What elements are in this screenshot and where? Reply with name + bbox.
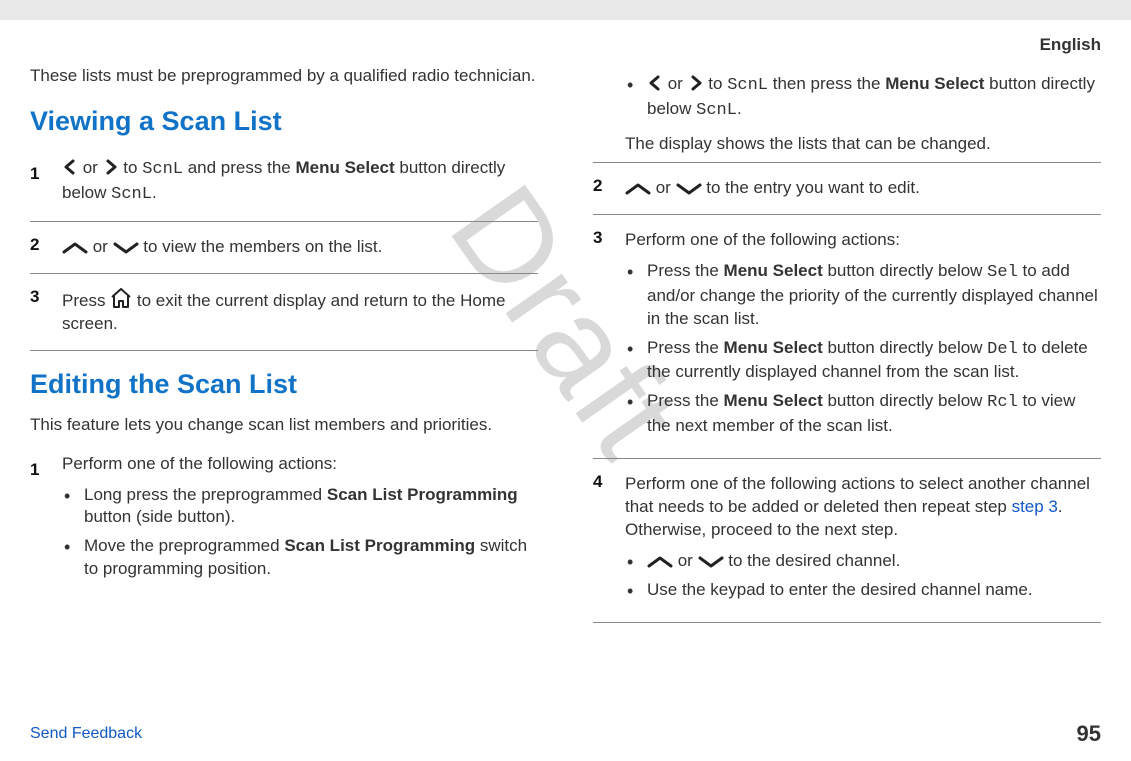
step-text: Press to exit the current display and re… — [62, 288, 538, 336]
txt: Press — [62, 291, 110, 310]
txt: to the desired channel. — [724, 551, 901, 570]
editing-step-2: or to the entry you want to edit. — [593, 162, 1101, 214]
step-text: or to view the members on the list. — [62, 236, 538, 259]
txt: and press the — [183, 158, 295, 177]
bold: Menu Select — [724, 391, 823, 410]
code-del: Del — [987, 340, 1018, 359]
txt: Press the — [647, 261, 724, 280]
nav-down-icon — [113, 242, 139, 254]
step-text: or to the entry you want to edit. — [625, 177, 1101, 200]
code-rcl: Rcl — [987, 393, 1018, 412]
intro-text: These lists must be preprogrammed by a q… — [30, 65, 538, 88]
txt: to — [704, 74, 728, 93]
code-sel: Sel — [987, 263, 1018, 282]
txt: or — [78, 158, 103, 177]
editing-steps-right: or to the entry you want to edit. Perfor… — [593, 162, 1101, 623]
bold: Scan List Programming — [327, 485, 518, 504]
home-icon — [110, 288, 132, 308]
heading-editing-scan-list: Editing the Scan List — [30, 369, 538, 400]
page-number: 95 — [1077, 721, 1101, 747]
txt: button directly below — [823, 261, 987, 280]
txt: or — [673, 551, 698, 570]
txt: to the entry you want to edit. — [702, 178, 920, 197]
heading-viewing-scan-list: Viewing a Scan List — [30, 106, 538, 137]
txt: Use the keypad to enter the desired chan… — [647, 580, 1033, 599]
bold: Scan List Programming — [284, 536, 475, 555]
left-column: These lists must be preprogrammed by a q… — [30, 65, 538, 623]
txt: then press the — [768, 74, 885, 93]
two-column-layout: These lists must be preprogrammed by a q… — [30, 65, 1101, 623]
step-text: Perform one of the following actions to … — [625, 473, 1101, 542]
txt: button directly below — [823, 338, 987, 357]
viewing-step-2: or to view the members on the list. — [30, 221, 538, 273]
nav-right-icon — [103, 159, 119, 175]
language-label: English — [30, 30, 1101, 65]
bullet: Press the Menu Select button directly be… — [625, 260, 1101, 331]
window-titlebar — [0, 0, 1131, 20]
txt: Long press the preprogrammed — [84, 485, 327, 504]
step-1-bullets-cont: or to ScnL then press the Menu Select bu… — [593, 73, 1101, 123]
txt: or — [651, 178, 676, 197]
code-scnl: ScnL — [727, 76, 768, 95]
viewing-steps: or to ScnL and press the Menu Select but… — [30, 151, 538, 351]
bullet: or to ScnL then press the Menu Select bu… — [625, 73, 1101, 123]
bullet: Press the Menu Select button directly be… — [625, 337, 1101, 385]
txt: button (side button). — [84, 507, 235, 526]
nav-right-icon — [688, 75, 704, 91]
step-3-bullets: Press the Menu Select button directly be… — [625, 260, 1101, 439]
txt: or — [663, 74, 688, 93]
txt: . — [152, 183, 157, 202]
send-feedback-link[interactable]: Send Feedback — [30, 725, 142, 743]
bullet: or to the desired channel. — [625, 550, 1101, 573]
txt: to view the members on the list. — [139, 237, 383, 256]
bold: Menu Select — [724, 261, 823, 280]
nav-left-icon — [647, 75, 663, 91]
editing-steps-left: Perform one of the following actions: Lo… — [30, 447, 538, 602]
bold-menu-select: Menu Select — [295, 158, 394, 177]
txt: Move the preprogrammed — [84, 536, 284, 555]
right-column: or to ScnL then press the Menu Select bu… — [593, 65, 1101, 623]
page-footer: Send Feedback 95 — [0, 721, 1131, 747]
bullet: Press the Menu Select button directly be… — [625, 390, 1101, 438]
viewing-step-3: Press to exit the current display and re… — [30, 273, 538, 351]
document-page: English Draft These lists must be prepro… — [0, 20, 1131, 623]
bullet: Move the preprogrammed Scan List Program… — [62, 535, 538, 581]
code-scnl: ScnL — [111, 185, 152, 204]
code-scnl: ScnL — [696, 101, 737, 120]
display-note: The display shows the lists that can be … — [593, 133, 1101, 156]
txt: . — [737, 99, 742, 118]
step-3-link[interactable]: step 3 — [1012, 497, 1058, 516]
step-text: Perform one of the following actions: — [625, 229, 1101, 252]
bullet: Use the keypad to enter the desired chan… — [625, 579, 1101, 602]
txt: Press the — [647, 391, 724, 410]
nav-left-icon — [62, 159, 78, 175]
bullet: Long press the preprogrammed Scan List P… — [62, 484, 538, 530]
nav-down-icon — [698, 556, 724, 568]
txt: to — [119, 158, 143, 177]
bold: Menu Select — [724, 338, 823, 357]
bold-menu-select: Menu Select — [885, 74, 984, 93]
nav-up-icon — [625, 183, 651, 195]
editing-step-4: Perform one of the following actions to … — [593, 458, 1101, 623]
code-scnl: ScnL — [142, 160, 183, 179]
step-text: Perform one of the following actions: — [62, 453, 538, 476]
editing-step-1: Perform one of the following actions: Lo… — [30, 447, 538, 602]
step-4-bullets: or to the desired channel. Use the keypa… — [625, 550, 1101, 602]
txt: button directly below — [823, 391, 987, 410]
step-text: or to ScnL and press the Menu Select but… — [62, 157, 538, 207]
txt: or — [88, 237, 113, 256]
nav-up-icon — [62, 242, 88, 254]
txt: Press the — [647, 338, 724, 357]
nav-down-icon — [676, 183, 702, 195]
step-1-bullets: Long press the preprogrammed Scan List P… — [62, 484, 538, 582]
viewing-step-1: or to ScnL and press the Menu Select but… — [30, 151, 538, 221]
editing-intro: This feature lets you change scan list m… — [30, 414, 538, 437]
nav-up-icon — [647, 556, 673, 568]
editing-step-3: Perform one of the following actions: Pr… — [593, 214, 1101, 459]
